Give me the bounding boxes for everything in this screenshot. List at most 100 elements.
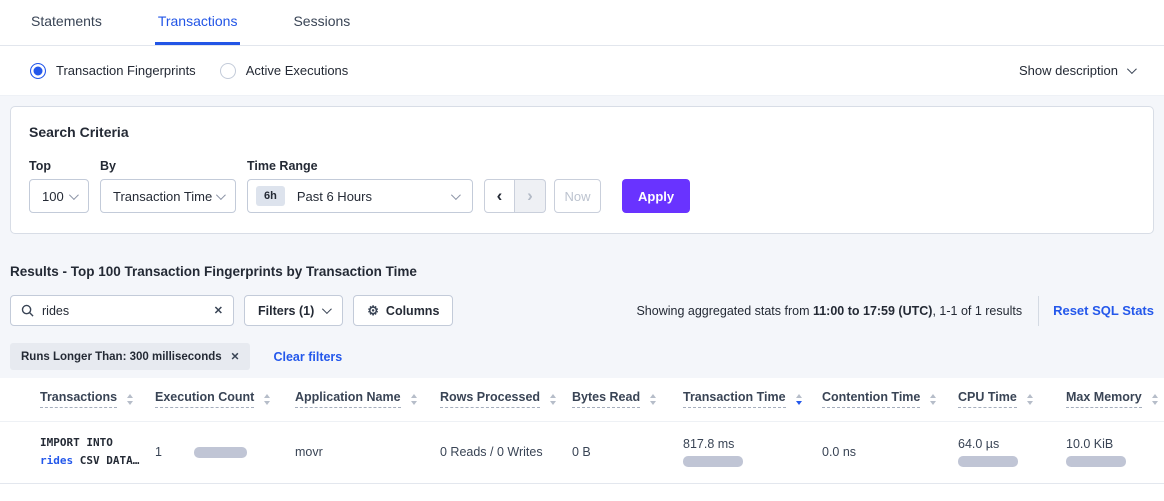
radio-selected-icon <box>30 63 46 79</box>
column-header-transactions[interactable]: Transactions <box>0 378 155 421</box>
time-range-label: Time Range <box>247 159 473 173</box>
time-window-nav: ‹ › <box>484 179 546 213</box>
transaction-time-value: 817.8 ms <box>683 437 816 452</box>
top-label: Top <box>29 159 89 173</box>
chevron-down-icon <box>216 190 226 200</box>
chevron-down-icon <box>451 190 461 200</box>
cpu-time-bar <box>958 456 1018 467</box>
cpu-time-value: 64.0 µs <box>958 437 1060 452</box>
show-description-toggle[interactable]: Show description <box>1019 63 1134 78</box>
columns-button-label: Columns <box>386 304 439 318</box>
aggregated-stats-text: Showing aggregated stats from 11:00 to 1… <box>636 304 1022 318</box>
time-range-value: Past 6 Hours <box>297 189 372 204</box>
statement-line-1: IMPORT INTO <box>40 434 149 452</box>
sort-icon[interactable] <box>1152 394 1158 405</box>
by-group: By Transaction Time <box>100 159 236 213</box>
cell-transaction-time: 817.8 ms <box>683 421 822 483</box>
transactions-table-container: Transactions Execution Count Application… <box>0 378 1164 501</box>
table-name-link[interactable]: rides <box>40 454 73 467</box>
criteria-row: Top 100 By Transaction Time Time Range 6… <box>29 159 1135 213</box>
reset-sql-stats-link[interactable]: Reset SQL Stats <box>1053 303 1154 318</box>
transaction-statement[interactable]: IMPORT INTO rides CSV DATA… <box>40 434 149 469</box>
cell-execution-count: 1 <box>155 421 295 483</box>
tab-sessions[interactable]: Sessions <box>290 0 353 45</box>
cell-application-name: movr <box>295 421 440 483</box>
tab-statements[interactable]: Statements <box>28 0 105 45</box>
radio-transaction-fingerprints[interactable]: Transaction Fingerprints <box>30 63 196 79</box>
sort-icon[interactable] <box>930 394 936 405</box>
filter-chip-label: Runs Longer Than: 300 milliseconds <box>21 351 222 363</box>
transaction-time-bar <box>683 456 743 467</box>
top-group: Top 100 <box>29 159 89 213</box>
search-input-value: rides <box>42 304 214 318</box>
by-label: By <box>100 159 236 173</box>
max-memory-bar <box>1066 456 1126 467</box>
sort-desc-icon[interactable] <box>796 394 802 405</box>
radio-label: Transaction Fingerprints <box>56 63 196 78</box>
clear-search-icon[interactable]: ✕ <box>214 304 223 317</box>
results-section: Results - Top 100 Transaction Fingerprin… <box>0 264 1164 370</box>
remove-filter-icon[interactable]: ✕ <box>231 351 240 363</box>
max-memory-value: 10.0 KiB <box>1066 437 1158 452</box>
time-range-select[interactable]: 6h Past 6 Hours <box>247 179 473 213</box>
filters-button-label: Filters (1) <box>258 304 314 318</box>
sort-icon[interactable] <box>650 394 656 405</box>
search-criteria-card: Search Criteria Top 100 By Transaction T… <box>10 106 1154 234</box>
by-select[interactable]: Transaction Time <box>100 179 236 213</box>
chevron-down-icon <box>69 190 79 200</box>
gear-icon: ⚙ <box>367 303 379 319</box>
sort-icon[interactable] <box>1027 394 1033 405</box>
column-header-contention-time[interactable]: Contention Time <box>822 378 958 421</box>
applied-filters-row: Runs Longer Than: 300 milliseconds ✕ Cle… <box>10 343 1154 370</box>
column-header-max-memory[interactable]: Max Memory <box>1066 378 1164 421</box>
cell-bytes-read: 0 B <box>572 421 683 483</box>
sort-icon[interactable] <box>127 394 133 405</box>
apply-button[interactable]: Apply <box>622 179 690 213</box>
cell-max-memory: 10.0 KiB <box>1066 421 1164 483</box>
stats-prefix: Showing aggregated stats from <box>636 304 813 318</box>
time-range-badge: 6h <box>256 186 285 206</box>
previous-time-window-button[interactable]: ‹ <box>484 179 515 213</box>
stats-time-range: 11:00 to 17:59 (UTC) <box>813 304 932 318</box>
column-header-transaction-time[interactable]: Transaction Time <box>683 378 822 421</box>
statement-line-2: rides CSV DATA… <box>40 452 149 470</box>
column-header-execution-count[interactable]: Execution Count <box>155 378 295 421</box>
radio-unselected-icon <box>220 63 236 79</box>
column-header-rows-processed[interactable]: Rows Processed <box>440 378 572 421</box>
radio-active-executions[interactable]: Active Executions <box>220 63 349 79</box>
search-icon <box>21 304 34 317</box>
column-header-application-name[interactable]: Application Name <box>295 378 440 421</box>
view-toggle-strip: Transaction Fingerprints Active Executio… <box>0 46 1164 96</box>
column-header-cpu-time[interactable]: CPU Time <box>958 378 1066 421</box>
radio-label: Active Executions <box>246 63 349 78</box>
column-header-bytes-read[interactable]: Bytes Read <box>572 378 683 421</box>
stats-suffix: , 1-1 of 1 results <box>932 304 1022 318</box>
cell-transaction-fingerprint: IMPORT INTO rides CSV DATA… <box>0 421 155 483</box>
results-toolbar: rides ✕ Filters (1) ⚙ Columns Showing ag… <box>10 295 1154 326</box>
statement-line-2-rest: CSV DATA… <box>73 454 139 467</box>
filters-button[interactable]: Filters (1) <box>244 295 343 326</box>
columns-button[interactable]: ⚙ Columns <box>353 295 453 326</box>
cell-cpu-time: 64.0 µs <box>958 421 1066 483</box>
tab-transactions[interactable]: Transactions <box>155 0 241 45</box>
now-button[interactable]: Now <box>554 179 601 213</box>
top-select-value: 100 <box>42 189 64 204</box>
by-select-value: Transaction Time <box>113 189 212 204</box>
transactions-table: Transactions Execution Count Application… <box>0 378 1164 484</box>
execution-count-bar <box>194 447 247 458</box>
sort-icon[interactable] <box>264 394 270 405</box>
sort-icon[interactable] <box>550 394 556 405</box>
time-range-group: Time Range 6h Past 6 Hours <box>247 159 473 213</box>
sql-activity-tabbar: Statements Transactions Sessions <box>0 0 1164 46</box>
chevron-down-icon <box>322 304 332 314</box>
search-input[interactable]: rides ✕ <box>10 295 234 326</box>
top-select[interactable]: 100 <box>29 179 89 213</box>
results-heading: Results - Top 100 Transaction Fingerprin… <box>10 264 1154 279</box>
execution-count-value: 1 <box>155 445 162 459</box>
vertical-divider <box>1038 296 1039 326</box>
next-time-window-button[interactable]: › <box>515 179 546 213</box>
table-row: IMPORT INTO rides CSV DATA… 1 movr 0 Rea… <box>0 421 1164 483</box>
sort-icon[interactable] <box>411 394 417 405</box>
table-header-row: Transactions Execution Count Application… <box>0 378 1164 421</box>
clear-filters-link[interactable]: Clear filters <box>273 350 342 364</box>
